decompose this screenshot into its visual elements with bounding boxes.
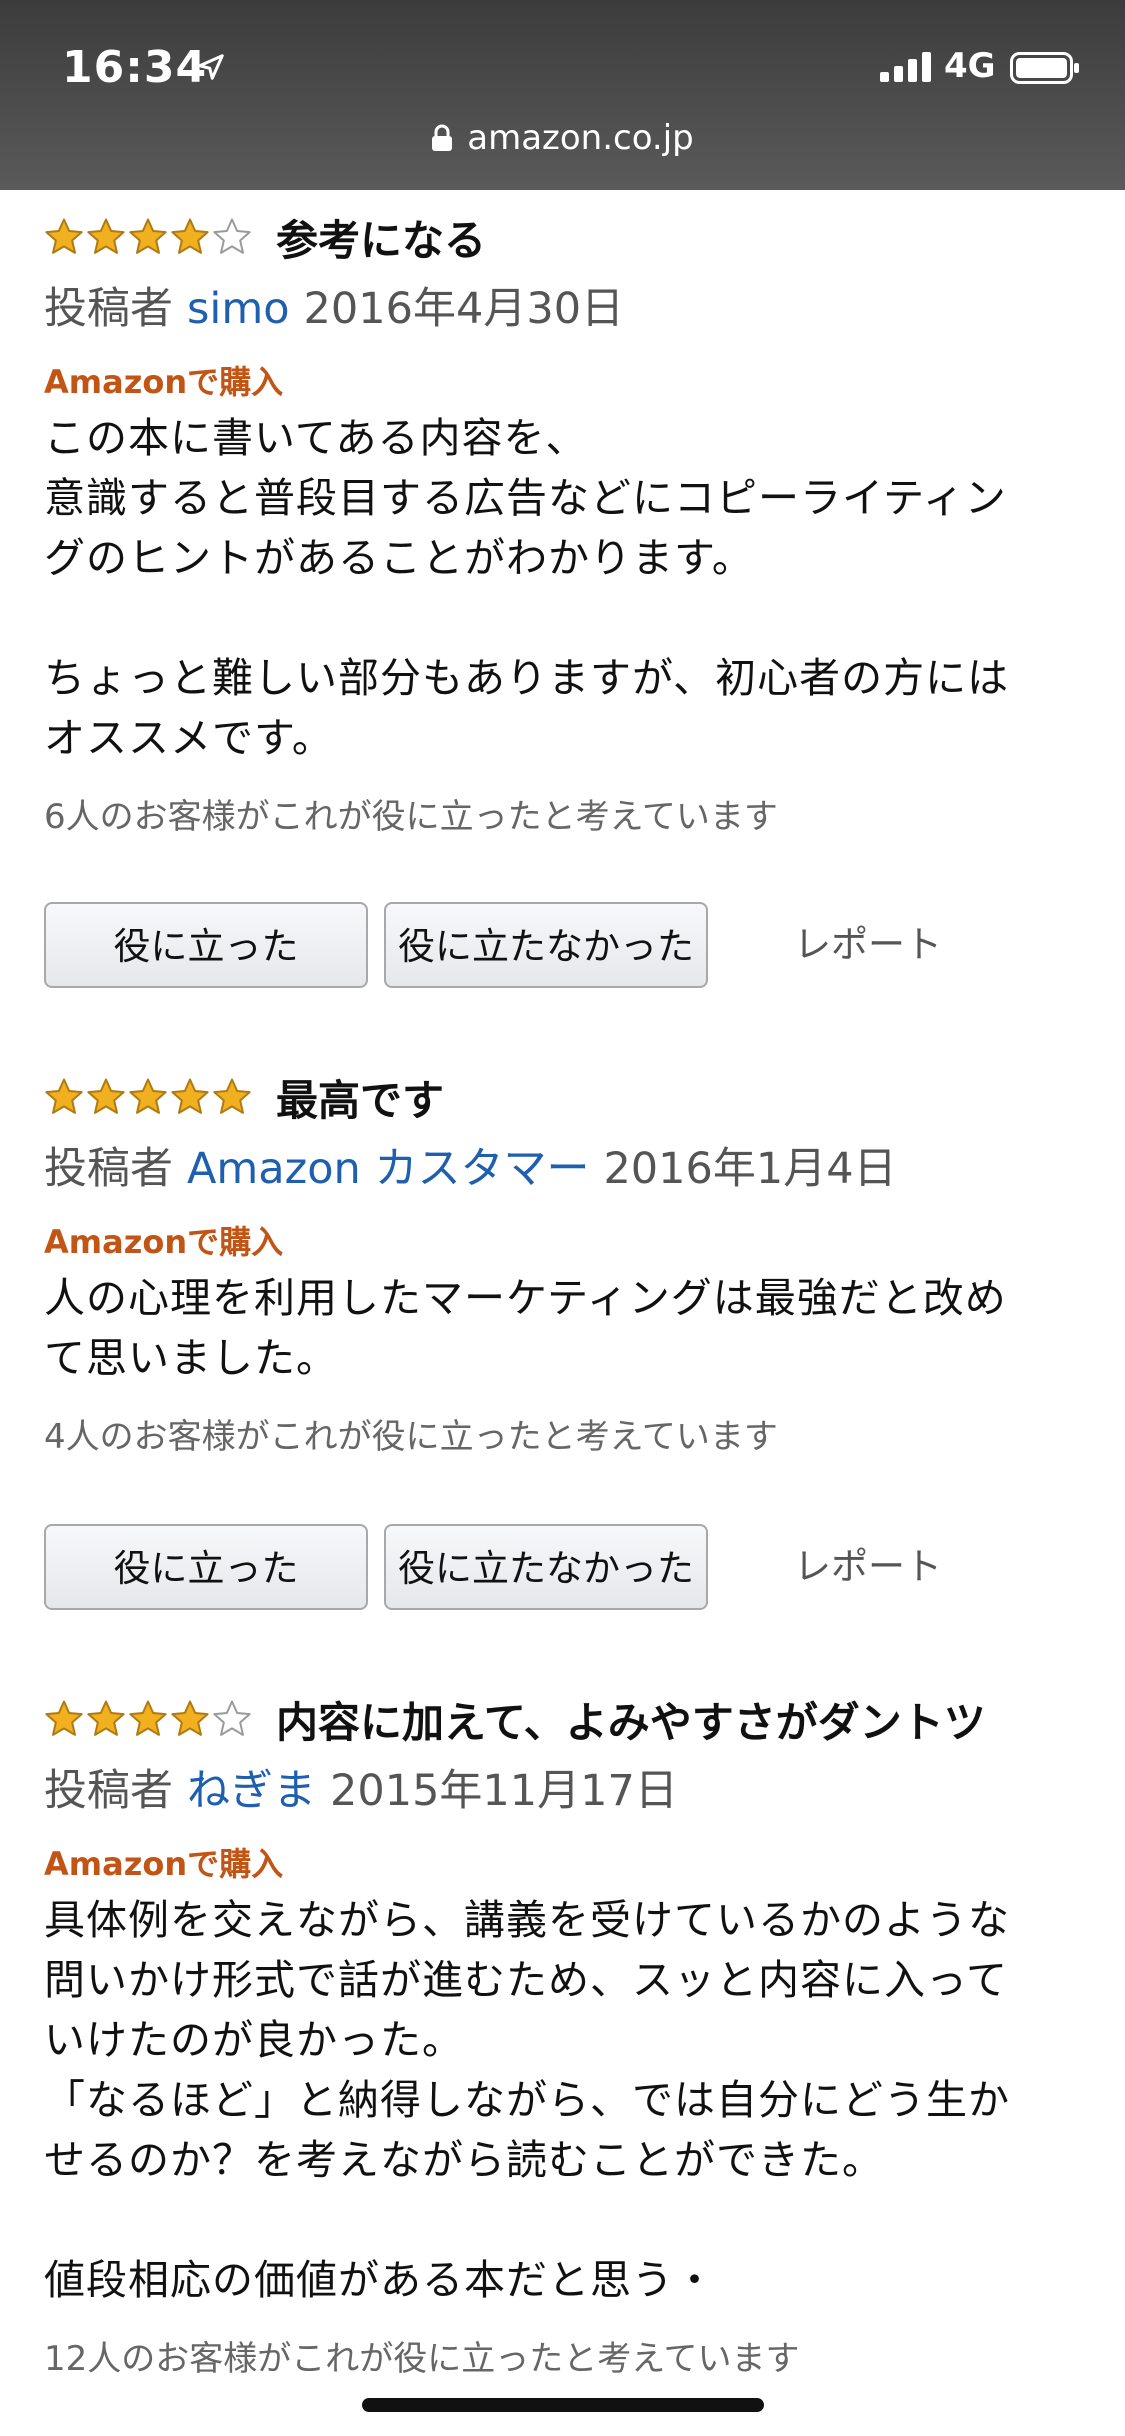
author-link[interactable]: ねぎま [187, 1766, 316, 1816]
star-rating [44, 1077, 254, 1117]
review-title-row: 最高です [44, 1064, 1084, 1130]
lock-icon [432, 124, 453, 151]
url-domain: amazon.co.jp [467, 118, 694, 158]
author-link[interactable]: Amazon カスタマー [187, 1144, 589, 1194]
reviews-list: 参考になる 投稿者 simo 2016年4月30日 Amazonで購入 この本に書い… [0, 190, 1125, 2436]
review-body: この本に書いてある内容を、 意識すると普段目する広告などにコピーライティン グの… [44, 414, 1010, 762]
review-meta: 投稿者 simo 2016年4月30日 [44, 276, 1084, 342]
helpful-count: 4人のお客様がこれが役に立ったと考えています [44, 1417, 778, 1457]
network-type: 4G [944, 46, 996, 86]
star-empty-icon [213, 1700, 251, 1736]
location-arrow-icon [198, 54, 224, 80]
review-date: 2016年4月30日 [303, 284, 625, 334]
report-link[interactable]: レポート [794, 902, 942, 988]
verified-purchase-badge: Amazonで購入 [44, 1223, 284, 1261]
review-title-row: 参考になる [44, 204, 1084, 270]
helpful-button[interactable]: 役に立った [44, 1524, 368, 1610]
review-title[interactable]: 参考になる [276, 207, 486, 268]
star-rating [44, 217, 254, 257]
verified-purchase-badge: Amazonで購入 [44, 1845, 284, 1883]
review-body: 人の心理を利用したマーケティングは最強だと改め て思いました。 [44, 1274, 1007, 1382]
home-indicator[interactable] [362, 2398, 764, 2412]
cellular-signal-icon [880, 52, 931, 82]
helpful-count: 12人のお客様がこれが役に立ったと考えています [44, 2339, 800, 2379]
review-title-row: 内容に加えて、よみやすさがダントツ [44, 1686, 1084, 1752]
review-item: 最高です 投稿者 Amazon カスタマー 2016年1月4日 Amazonで購入 … [44, 1064, 1084, 1462]
star-rating [44, 1699, 254, 1739]
author-link[interactable]: simo [187, 284, 290, 334]
review-meta: 投稿者 Amazon カスタマー 2016年1月4日 [44, 1136, 1084, 1202]
url-bar[interactable]: amazon.co.jp [0, 118, 1125, 158]
report-link[interactable]: レポート [794, 1524, 942, 1610]
review-body: 具体例を交えながら、講義を受けているかのような 問いかけ形式で話が進むため、スッ… [44, 1896, 1010, 2304]
review-date: 2016年1月4日 [603, 1144, 897, 1194]
posted-by-label: 投稿者 [44, 1144, 173, 1194]
review-item: 参考になる 投稿者 simo 2016年4月30日 Amazonで購入 この本に書い… [44, 204, 1084, 842]
star-filled-icon [45, 218, 83, 254]
browser-top-bar: 16:34 4G amazon.co.jp [0, 0, 1125, 190]
star-filled-icon [45, 1078, 83, 1114]
star-filled-icon [171, 218, 209, 254]
helpful-button[interactable]: 役に立った [44, 902, 368, 988]
posted-by-label: 投稿者 [44, 284, 173, 334]
star-filled-icon [129, 1078, 167, 1114]
star-filled-icon [171, 1078, 209, 1114]
not-helpful-button[interactable]: 役に立たなかった [384, 1524, 708, 1610]
star-filled-icon [129, 1700, 167, 1736]
star-filled-icon [129, 218, 167, 254]
star-filled-icon [87, 1078, 125, 1114]
verified-purchase-badge: Amazonで購入 [44, 363, 284, 401]
review-actions: 役に立った 役に立たなかった レポート [44, 902, 1084, 994]
review-date: 2015年11月17日 [330, 1766, 678, 1816]
star-filled-icon [87, 1700, 125, 1736]
review-item: 内容に加えて、よみやすさがダントツ 投稿者 ねぎま 2015年11月17日 Amaz… [44, 1686, 1084, 2384]
review-title[interactable]: 最高です [276, 1067, 444, 1128]
helpful-count: 6人のお客様がこれが役に立ったと考えています [44, 797, 778, 837]
battery-icon [1010, 52, 1079, 84]
review-meta: 投稿者 ねぎま 2015年11月17日 [44, 1758, 1084, 1824]
star-empty-icon [213, 218, 251, 254]
not-helpful-button[interactable]: 役に立たなかった [384, 902, 708, 988]
star-filled-icon [87, 218, 125, 254]
star-filled-icon [45, 1700, 83, 1736]
review-title[interactable]: 内容に加えて、よみやすさがダントツ [276, 1689, 986, 1750]
review-actions: 役に立った 役に立たなかった レポート [44, 1524, 1084, 1616]
star-filled-icon [171, 1700, 209, 1736]
star-filled-icon [213, 1078, 251, 1114]
posted-by-label: 投稿者 [44, 1766, 173, 1816]
status-time: 16:34 [62, 42, 208, 93]
